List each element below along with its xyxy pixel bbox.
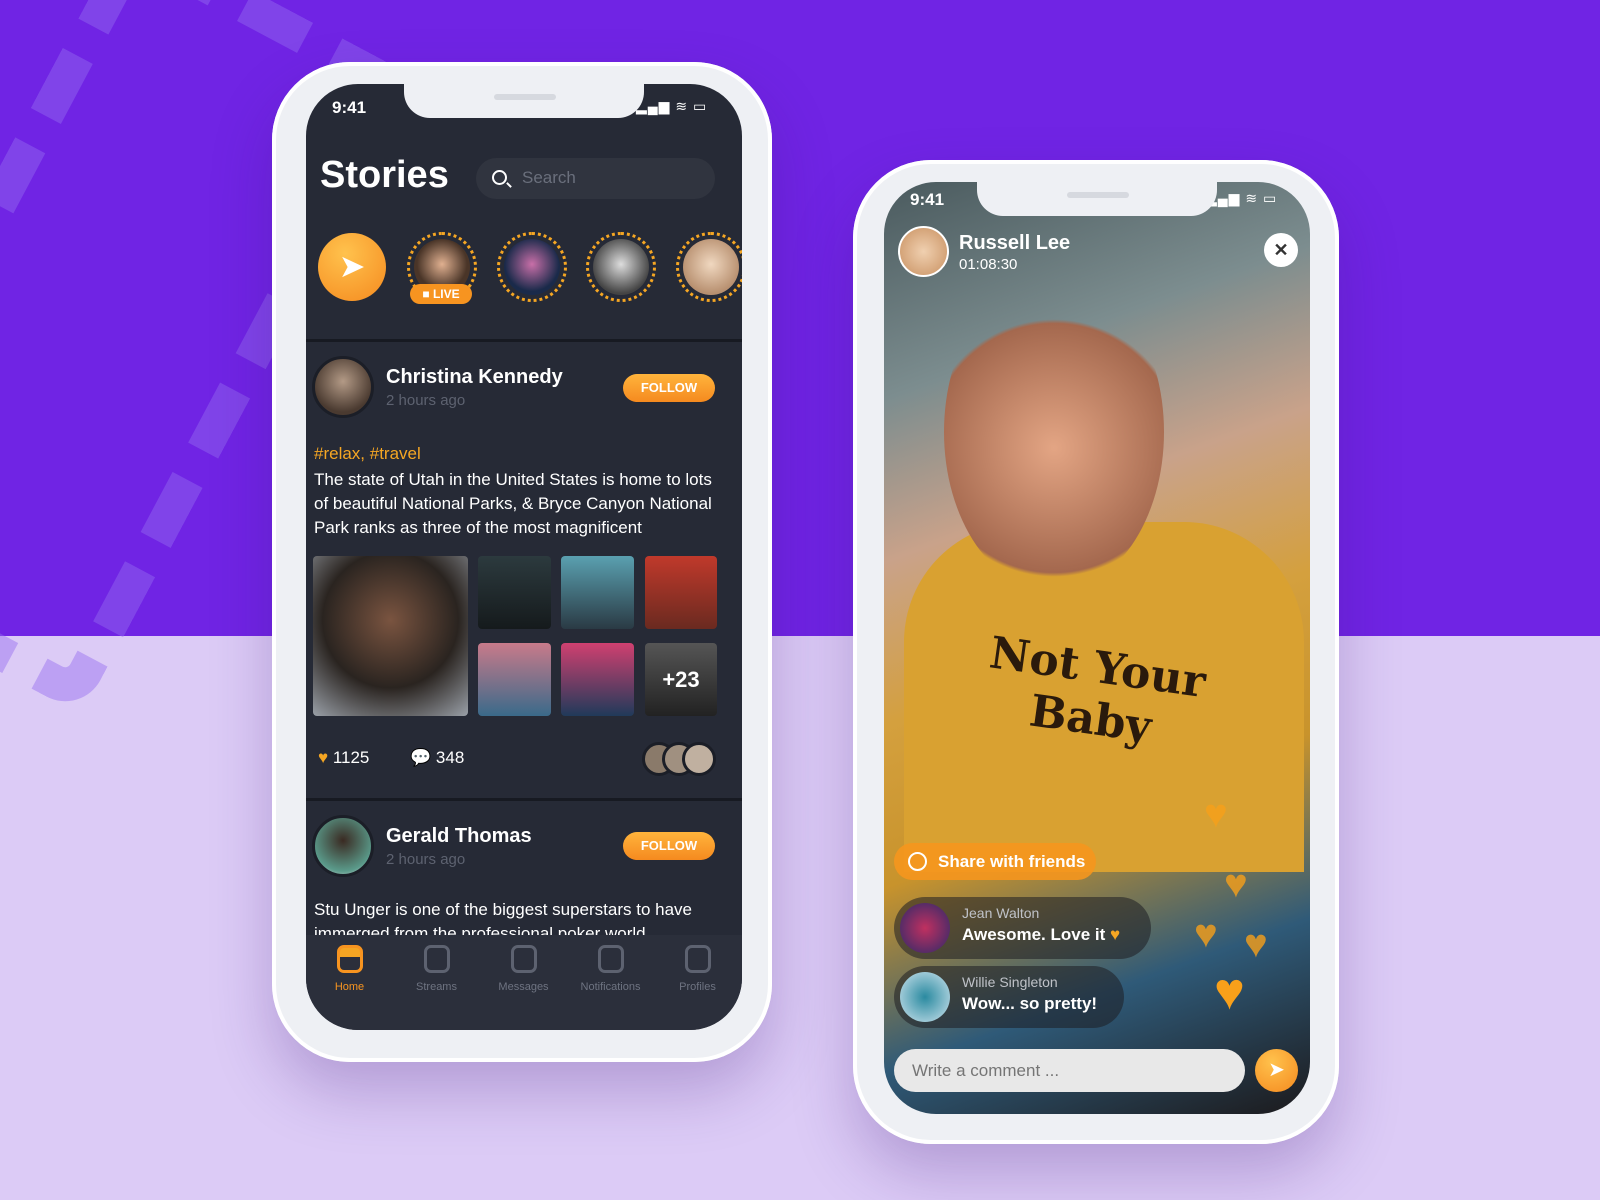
search-icon: [492, 170, 507, 185]
divider: [306, 339, 742, 342]
send-icon: ➤: [1268, 1059, 1285, 1081]
post-photo[interactable]: [561, 643, 634, 716]
close-icon: ✕: [1273, 240, 1289, 260]
post-text-line: Stu Unger is one of the biggest supersta…: [314, 900, 693, 919]
search-input[interactable]: Search: [476, 158, 715, 199]
comment-item: Jean Walton Awesome. Love it ♥: [894, 897, 1151, 959]
heart-icon: ♥: [1204, 792, 1228, 836]
comment-author: Willie Singleton: [962, 974, 1058, 990]
profile-icon: [684, 945, 711, 973]
live-screen: Not Your Baby 9:41 ▂▄▆ ≋ ▭ Russell Lee 0…: [884, 182, 1310, 1114]
post-author[interactable]: Gerald Thomas: [386, 825, 532, 848]
share-icon: [908, 852, 927, 871]
comment-count[interactable]: 💬 348: [410, 748, 464, 768]
heart-icon: ♥: [1224, 862, 1248, 906]
tab-home[interactable]: Home: [306, 945, 393, 993]
comment-text: Wow... so pretty!: [962, 994, 1098, 1013]
divider: [306, 798, 742, 801]
post-photo[interactable]: [561, 556, 634, 629]
stream-video-subject: [944, 272, 1164, 592]
comment-item: Willie Singleton Wow... so pretty!: [894, 966, 1124, 1028]
search-placeholder: Search: [522, 168, 576, 187]
post-time: 2 hours ago: [386, 851, 466, 868]
send-icon: ➤: [338, 248, 366, 284]
tv-icon: [423, 945, 450, 973]
comment-icon: 💬: [410, 748, 432, 767]
send-comment-button[interactable]: ➤: [1255, 1049, 1298, 1092]
status-time: 9:41: [332, 98, 367, 117]
post-time: 2 hours ago: [386, 392, 466, 409]
avatar[interactable]: [312, 815, 374, 877]
notch: [404, 84, 644, 118]
story-avatar[interactable]: [586, 232, 656, 302]
comments-value: 348: [435, 748, 465, 767]
send-story-button[interactable]: ➤: [318, 233, 386, 301]
tab-streams[interactable]: Streams: [393, 945, 480, 993]
post-author[interactable]: Christina Kennedy: [386, 366, 563, 389]
post-photo[interactable]: [645, 556, 717, 629]
story-avatar[interactable]: [676, 232, 742, 302]
background-top: [0, 0, 1600, 716]
tab-messages[interactable]: Messages: [480, 945, 567, 993]
heart-icon: ♥: [1244, 922, 1268, 966]
heart-icon: ♥: [1110, 925, 1121, 944]
follow-button[interactable]: FOLLOW: [623, 374, 715, 402]
heart-icon: ♥: [318, 748, 329, 767]
post-text-line: of beautiful National Parks, & Bryce Can…: [314, 494, 712, 513]
home-icon: [336, 945, 363, 973]
host-name: Russell Lee: [959, 232, 1071, 254]
close-button[interactable]: ✕: [1264, 233, 1298, 267]
post-tags[interactable]: #relax, #travel: [314, 444, 421, 464]
post-text-line: The state of Utah in the United States i…: [314, 470, 712, 489]
tab-bar: Home Streams Messages Notifications Prof…: [306, 935, 742, 1030]
notch: [977, 182, 1217, 216]
stream-duration: 01:08:30: [959, 256, 1018, 273]
post-photo[interactable]: [478, 643, 551, 716]
post-photo[interactable]: [313, 556, 468, 716]
post-text-line: Park ranks as three of the most magnific…: [314, 518, 642, 537]
story-avatar[interactable]: [497, 232, 567, 302]
host-avatar[interactable]: [898, 226, 949, 277]
comment-input[interactable]: [894, 1049, 1245, 1092]
page-title: Stories: [320, 154, 449, 196]
avatar[interactable]: [900, 972, 950, 1022]
message-icon: [510, 945, 537, 973]
tab-profiles[interactable]: Profiles: [654, 945, 741, 993]
avatar[interactable]: [900, 903, 950, 953]
follow-button[interactable]: FOLLOW: [623, 832, 715, 860]
post-text: The state of Utah in the United States i…: [314, 468, 734, 540]
avatar[interactable]: [312, 356, 374, 418]
comment-text: Awesome. Love it ♥: [962, 925, 1121, 944]
live-badge: ■ LIVE: [410, 284, 472, 304]
share-with-friends-button[interactable]: Share with friends: [894, 843, 1096, 880]
status-time: 9:41: [910, 190, 945, 209]
like-count[interactable]: ♥ 1125: [318, 748, 369, 768]
status-icons: ▂▄▆ ≋ ▭: [636, 98, 708, 114]
bell-icon: [597, 945, 624, 973]
liker-avatar: [682, 742, 716, 776]
likes-value: 1125: [332, 748, 370, 767]
more-photos[interactable]: +23: [645, 643, 717, 716]
comment-author: Jean Walton: [962, 905, 1040, 921]
post-photo[interactable]: [478, 556, 551, 629]
feed-screen: 9:41 ▂▄▆ ≋ ▭ Stories Search ➤ ■ LIVE Chr…: [306, 84, 742, 1030]
tab-notifications[interactable]: Notifications: [567, 945, 654, 993]
heart-icon: ♥: [1214, 963, 1245, 1021]
heart-icon: ♥: [1194, 912, 1218, 956]
